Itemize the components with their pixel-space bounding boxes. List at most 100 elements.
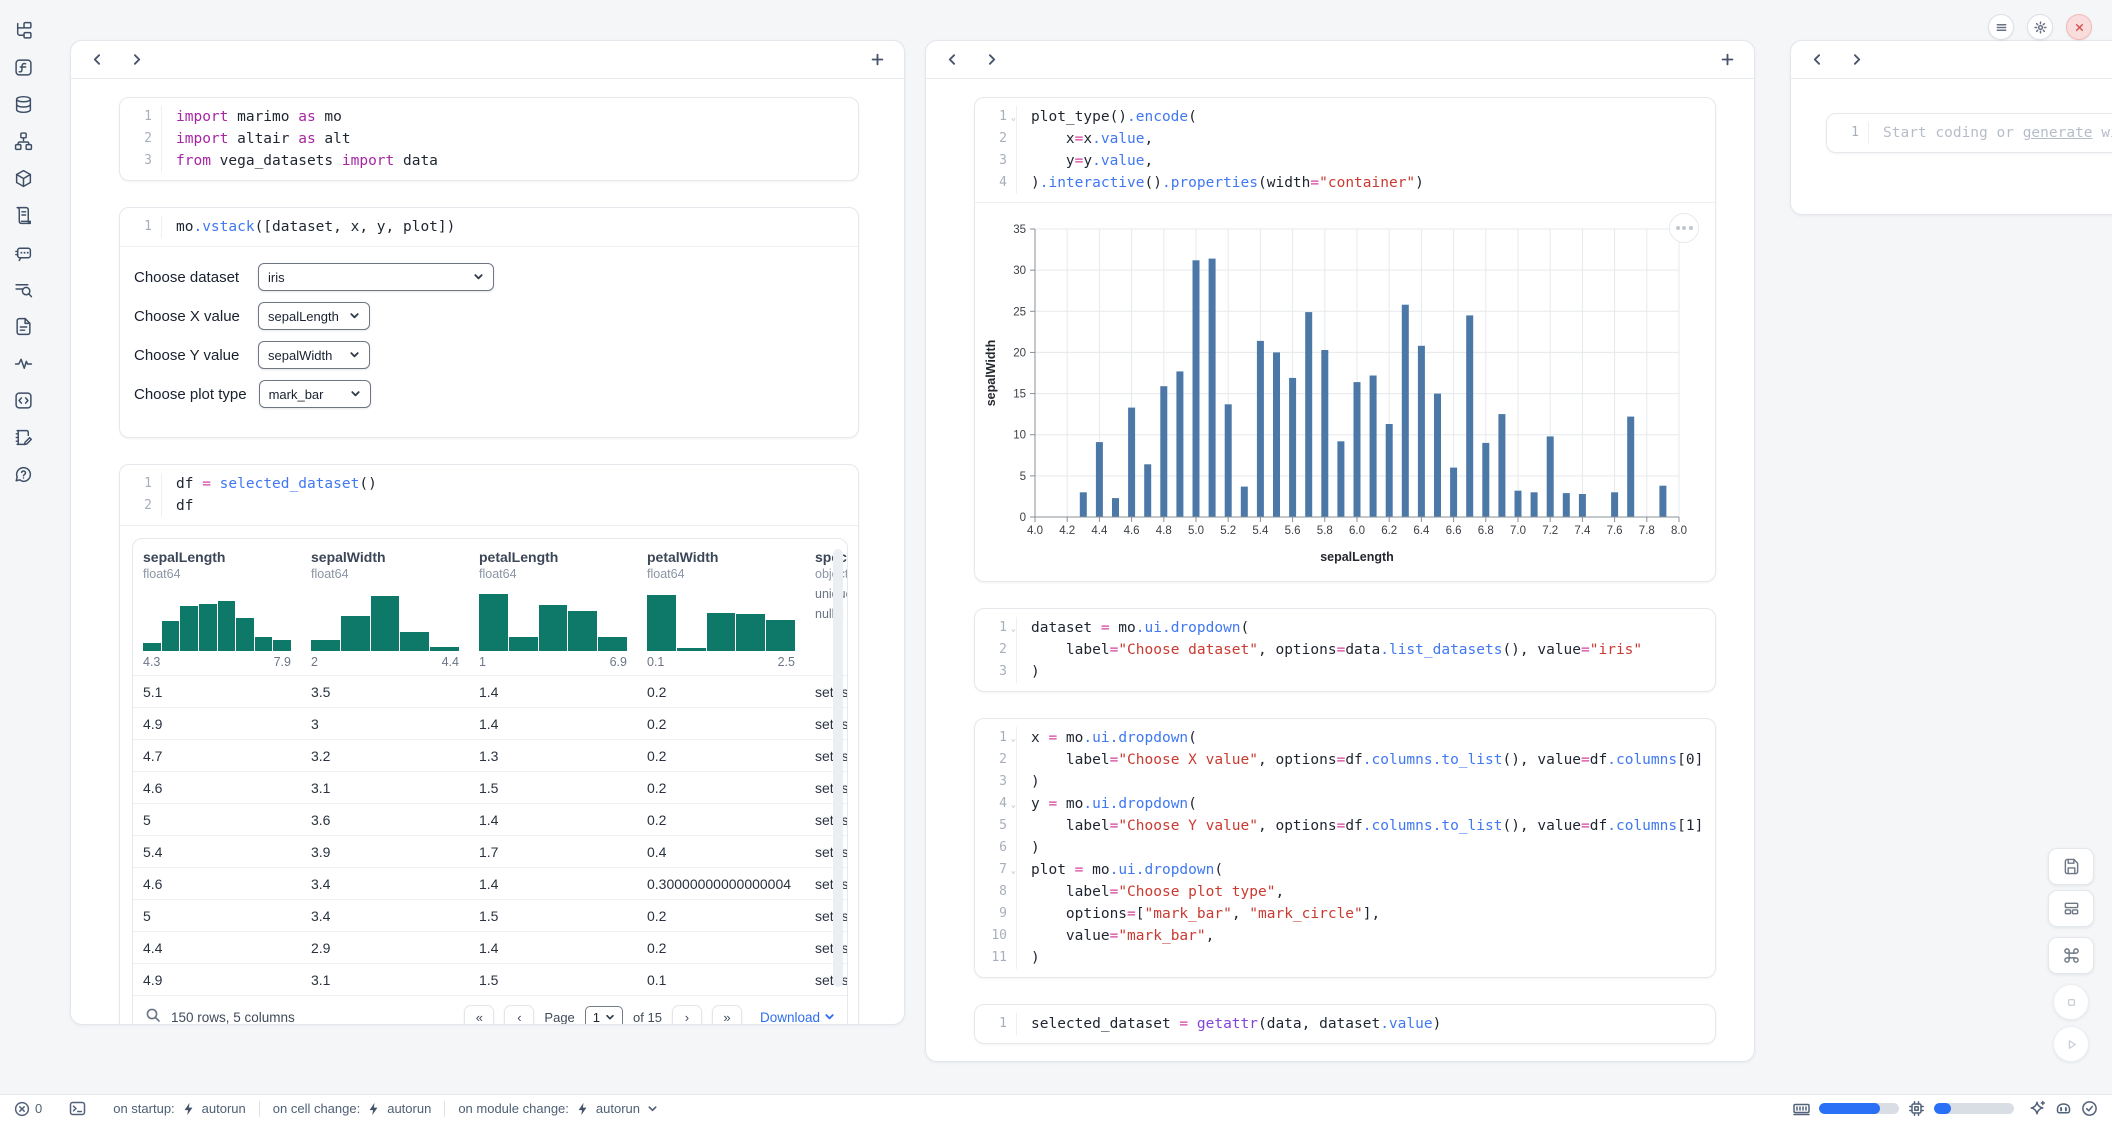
scroll-right-button[interactable]	[985, 53, 998, 66]
last-page-button[interactable]: »	[712, 1005, 742, 1026]
sparkles-icon	[2029, 1100, 2046, 1117]
scroll-right-button[interactable]	[130, 53, 143, 66]
menu-button[interactable]	[1988, 14, 2014, 40]
run-config-value: autorun	[387, 1101, 431, 1116]
list-search-icon[interactable]	[8, 279, 38, 299]
column-histogram[interactable]	[479, 589, 627, 651]
error-count-indicator[interactable]: 0	[14, 1101, 42, 1117]
sitemap-icon[interactable]	[8, 131, 38, 151]
terminal-button[interactable]	[69, 1100, 86, 1117]
plot-code-editor[interactable]: 1⌄234plot_type().encode( x=x.value, y=y.…	[975, 98, 1715, 202]
code-line: import altair as alt	[176, 128, 438, 150]
scroll-left-button[interactable]	[91, 53, 104, 66]
scroll-right-button[interactable]	[1850, 53, 1863, 66]
stop-all-button[interactable]	[2053, 984, 2089, 1020]
table-row[interactable]: 4.63.41.40.30000000000000004setosa	[133, 867, 847, 899]
file-tree-icon[interactable]	[8, 20, 38, 40]
ai-sparkles-button[interactable]	[2029, 1100, 2046, 1117]
code-line: ).interactive().properties(width="contai…	[1031, 172, 1424, 194]
y-value-select[interactable]: sepalWidth	[258, 341, 370, 369]
database-icon[interactable]	[8, 94, 38, 114]
function-square-icon[interactable]	[8, 57, 38, 77]
bot-chat-icon[interactable]	[8, 242, 38, 262]
cpu-usage-meter[interactable]	[1934, 1103, 2014, 1114]
code-line: y=y.value,	[1031, 150, 1424, 172]
svg-text:0: 0	[1020, 512, 1026, 524]
dataframe-code-editor[interactable]: 12df = selected_dataset()df	[120, 465, 858, 525]
table-row[interactable]: 4.42.91.40.2setosa	[133, 931, 847, 963]
code-line: x = mo.ui.dropdown(	[1031, 727, 1703, 749]
run-config-value: autorun	[202, 1101, 246, 1116]
imports-code-editor[interactable]: 123import marimo as moimport altair as a…	[120, 98, 858, 180]
check-circle-icon	[2081, 1100, 2098, 1117]
download-button[interactable]: Download	[760, 1010, 835, 1025]
chart-options-button[interactable]	[1669, 213, 1699, 243]
vstack-cell: 1mo.vstack([dataset, x, y, plot]) Choose…	[119, 207, 859, 438]
help-bubble-icon[interactable]	[8, 464, 38, 484]
svg-text:4.0: 4.0	[1027, 525, 1043, 537]
keyboard-shortcuts-button[interactable]	[2048, 937, 2094, 974]
scroll-text-icon[interactable]	[8, 205, 38, 225]
copilot-button[interactable]	[2055, 1100, 2072, 1117]
svg-text:35: 35	[1013, 224, 1026, 236]
search-icon[interactable]	[145, 1007, 161, 1025]
table-row[interactable]: 5.13.51.40.2setosa	[133, 675, 847, 707]
notebook-pen-icon[interactable]	[8, 427, 38, 447]
vstack-code-editor[interactable]: 1mo.vstack([dataset, x, y, plot])	[120, 208, 858, 246]
sidebar-icon-rail	[0, 0, 46, 1094]
selected-dataset-code-editor[interactable]: 1selected_dataset = getattr(data, datase…	[975, 1005, 1715, 1043]
run-config-2[interactable]: on module change:autorun	[458, 1101, 658, 1116]
next-page-button[interactable]: ›	[672, 1005, 702, 1026]
generate-with-ai-link[interactable]: generate	[2023, 125, 2093, 141]
empty-code-editor[interactable]: 1 Start coding or generate with	[1827, 114, 2112, 152]
run-config-1[interactable]: on cell change:autorun	[273, 1101, 432, 1116]
layout-toggle-button[interactable]	[2048, 890, 2094, 927]
save-button[interactable]	[2048, 848, 2094, 885]
previous-page-button[interactable]: ‹	[504, 1005, 534, 1026]
code-line: label="Choose plot type",	[1031, 881, 1703, 903]
column-histogram[interactable]	[311, 589, 459, 651]
code-line: mo.vstack([dataset, x, y, plot])	[176, 216, 455, 238]
x-value-select[interactable]: sepalLength	[258, 302, 370, 330]
left-panel-toolbar	[71, 41, 904, 79]
line-number: 3	[975, 661, 1007, 683]
dataset-select[interactable]: iris	[258, 263, 494, 291]
add-cell-button[interactable]	[871, 53, 884, 66]
code-square-icon[interactable]	[8, 390, 38, 410]
activity-icon[interactable]	[8, 353, 38, 373]
table-row[interactable]: 4.93.11.50.1setosa	[133, 963, 847, 995]
table-row[interactable]: 4.931.40.2setosa	[133, 707, 847, 739]
file-text-icon[interactable]	[8, 316, 38, 336]
page-number-select[interactable]: 1	[585, 1006, 623, 1026]
table-row[interactable]: 5.43.91.70.4setosa	[133, 835, 847, 867]
scroll-left-button[interactable]	[1811, 53, 1824, 66]
dataset-dropdown-code-editor[interactable]: 1⌄23dataset = mo.ui.dropdown( label="Cho…	[975, 609, 1715, 691]
add-cell-button[interactable]	[1721, 53, 1734, 66]
shutdown-close-button[interactable]	[2066, 14, 2092, 40]
run-config-label: on module change:	[458, 1101, 569, 1116]
memory-usage-meter[interactable]	[1819, 1103, 1899, 1114]
code-line: )	[1031, 837, 1703, 859]
xy-plot-dropdowns-code-editor[interactable]: 1⌄234⌄567⌄891011x = mo.ui.dropdown( labe…	[975, 719, 1715, 977]
settings-gear-button[interactable]	[2027, 14, 2053, 40]
scroll-left-button[interactable]	[946, 53, 959, 66]
table-row[interactable]: 53.41.50.2setosa	[133, 899, 847, 931]
run-all-button[interactable]	[2053, 1026, 2089, 1062]
table-scrollbar[interactable]	[833, 549, 843, 987]
line-number: 1	[120, 473, 152, 495]
column-histogram[interactable]	[647, 589, 795, 651]
plot-type-select[interactable]: mark_bar	[259, 380, 371, 408]
table-row[interactable]: 4.63.11.50.2setosa	[133, 771, 847, 803]
control-row: Choose datasetiris	[134, 263, 844, 291]
first-page-button[interactable]: «	[464, 1005, 494, 1026]
table-row[interactable]: 4.73.21.30.2setosa	[133, 739, 847, 771]
column-histogram[interactable]	[143, 589, 291, 651]
package-icon[interactable]	[8, 168, 38, 188]
line-number: 2	[975, 639, 1007, 661]
code-line: selected_dataset = getattr(data, dataset…	[1031, 1013, 1441, 1035]
altair-chart-output: 4.04.24.44.64.85.05.25.45.65.86.06.26.46…	[975, 203, 1715, 581]
connection-status-button[interactable]	[2081, 1100, 2098, 1117]
table-row[interactable]: 53.61.40.2setosa	[133, 803, 847, 835]
run-config-0[interactable]: on startup:autorun	[113, 1101, 246, 1116]
bar-chart[interactable]: 4.04.24.44.64.85.05.25.45.65.86.06.26.46…	[983, 215, 1695, 567]
